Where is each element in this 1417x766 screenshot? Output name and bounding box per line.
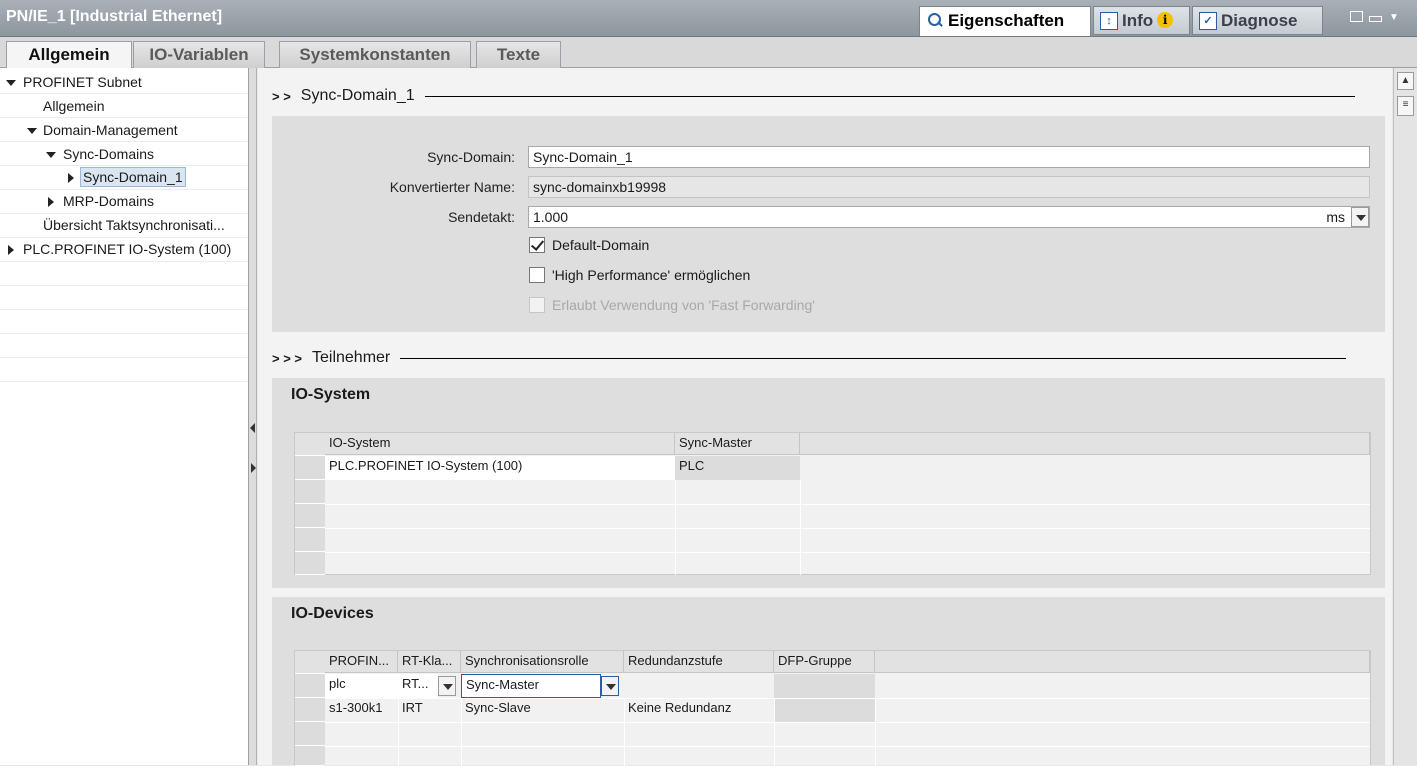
column-header-synchronisationsrolle[interactable]: Synchronisationsrolle [461, 651, 624, 673]
chevron-down-icon[interactable]: ▼ [1389, 12, 1399, 23]
tree-item-sync-domains[interactable]: Sync-Domains [61, 145, 156, 163]
collapse-left-icon[interactable] [250, 423, 255, 433]
window-title-bar: PN/IE_1 [Industrial Ethernet] Eigenschaf… [0, 0, 1417, 37]
sendetakt-unit: ms [1326, 209, 1345, 225]
section-chevrons: > > > [272, 350, 302, 366]
diagnose-icon: ✓ [1199, 12, 1217, 30]
converted-name-label: Konvertierter Name: [389, 179, 515, 195]
tab-eigenschaften[interactable]: Eigenschaften [919, 6, 1091, 36]
column-header-sync-master[interactable]: Sync-Master [675, 433, 800, 455]
section-divider [424, 95, 1355, 97]
rt-class-dropdown-button[interactable] [438, 676, 456, 696]
minimize-window-icon[interactable] [1369, 16, 1382, 22]
table-cell[interactable]: PLC [675, 456, 800, 480]
io-devices-panel: IO-Devices PROFIN... RT-Kla... Synchroni… [272, 597, 1385, 766]
converted-name-field: sync-domainxb19998 [528, 176, 1370, 198]
table-cell[interactable]: RT... [398, 674, 438, 698]
scroll-thumb[interactable]: ≡ [1397, 96, 1414, 116]
default-domain-label: Default-Domain [552, 237, 650, 253]
tab-info[interactable]: ↕ Info i [1093, 6, 1190, 35]
tree-item-allgemein[interactable]: Allgemein [41, 97, 106, 115]
navigation-tree: PROFINET Subnet Allgemein Domain-Managem… [0, 68, 249, 765]
info-list-icon: ↕ [1100, 12, 1118, 30]
subtab-systemkonstanten[interactable]: Systemkonstanten [279, 41, 471, 68]
tree-item-profinet-subnet[interactable]: PROFINET Subnet [21, 73, 144, 91]
default-domain-checkbox[interactable] [529, 237, 545, 253]
info-badge-icon: i [1157, 12, 1174, 28]
section-chevrons: > > [272, 88, 291, 104]
tree-item-domain-management[interactable]: Domain-Management [41, 121, 180, 139]
table-cell[interactable]: Sync-Slave [461, 698, 624, 722]
expand-arrow-icon[interactable] [27, 128, 37, 134]
table-cell[interactable]: PLC.PROFINET IO-System (100) [325, 456, 675, 480]
tree-item-sync-domain-1[interactable]: Sync-Domain_1 [80, 167, 186, 187]
inspector-tabs: Allgemein IO-Variablen Systemkonstanten … [0, 37, 1417, 69]
column-header-io-system[interactable]: IO-System [325, 433, 675, 455]
column-header-dfp-gruppe[interactable]: DFP-Gruppe [774, 651, 875, 673]
expand-arrow-icon[interactable] [46, 152, 56, 158]
subtab-allgemein[interactable]: Allgemein [6, 41, 132, 69]
table-cell[interactable] [624, 674, 774, 698]
tree-item-plc-profinet-io-system[interactable]: PLC.PROFINET IO-System (100) [21, 240, 233, 258]
sync-role-select[interactable]: Sync-Master [461, 674, 601, 698]
sendetakt-field[interactable]: 1.000 ms [528, 206, 1370, 228]
high-performance-checkbox[interactable] [529, 267, 545, 283]
column-header-rt-klasse[interactable]: RT-Kla... [398, 651, 461, 673]
io-devices-table: PROFIN... RT-Kla... Synchronisationsroll… [294, 650, 1371, 766]
subtab-io-variablen[interactable]: IO-Variablen [133, 41, 265, 68]
float-window-icon[interactable] [1350, 11, 1363, 22]
high-performance-label: 'High Performance' ermöglichen [552, 267, 751, 283]
section-title: Teilnehmer [312, 349, 391, 366]
tab-diagnose[interactable]: ✓ Diagnose [1192, 6, 1323, 35]
table-cell[interactable] [774, 674, 875, 698]
panel-splitter[interactable] [249, 68, 257, 765]
section-header-sync-domain[interactable]: > > Sync-Domain_1 [272, 87, 1386, 105]
properties-search-icon [926, 12, 944, 30]
collapse-arrow-icon[interactable] [48, 197, 54, 207]
fast-forwarding-label: Erlaubt Verwendung von 'Fast Forwarding' [552, 297, 815, 313]
tab-info-label: Info [1122, 11, 1154, 30]
table-cell[interactable]: Keine Redundanz [624, 698, 774, 722]
subtab-texte[interactable]: Texte [476, 41, 561, 68]
table-cell[interactable] [774, 698, 875, 722]
vertical-scrollbar[interactable]: ▲ ≡ [1393, 68, 1417, 765]
tab-eigenschaften-label: Eigenschaften [948, 11, 1065, 30]
table-cell[interactable]: plc [325, 674, 398, 698]
column-header-profinet[interactable]: PROFIN... [325, 651, 398, 673]
fast-forwarding-checkbox [529, 297, 545, 313]
section-header-teilnehmer[interactable]: > > > Teilnehmer [272, 349, 1386, 367]
sendetakt-value: 1.000 [533, 209, 569, 225]
sync-domain-label: Sync-Domain: [427, 149, 515, 165]
tree-item-uebersicht-taktsynchronisation[interactable]: Übersicht Taktsynchronisati... [41, 216, 227, 234]
sync-domain-field[interactable]: Sync-Domain_1 [528, 146, 1370, 168]
collapse-arrow-icon[interactable] [8, 245, 14, 255]
expand-right-icon[interactable] [251, 463, 256, 473]
tab-diagnose-label: Diagnose [1221, 11, 1298, 30]
io-system-panel: IO-System IO-System Sync-Master PLC.PROF… [272, 378, 1385, 588]
section-title: Sync-Domain_1 [300, 87, 415, 104]
window-title: PN/IE_1 [Industrial Ethernet] [6, 8, 223, 25]
scroll-up-button[interactable]: ▲ [1397, 72, 1414, 90]
expand-arrow-icon[interactable] [6, 80, 16, 86]
io-devices-title: IO-Devices [291, 605, 374, 622]
collapse-arrow-icon[interactable] [68, 173, 74, 183]
sync-role-dropdown-button[interactable] [601, 676, 619, 696]
section-divider [400, 357, 1347, 359]
io-system-title: IO-System [291, 386, 371, 403]
io-system-table: IO-System Sync-Master PLC.PROFINET IO-Sy… [294, 432, 1371, 575]
properties-content: > > Sync-Domain_1 Sync-Domain: Sync-Doma… [258, 68, 1392, 766]
sendetakt-label: Sendetakt: [448, 209, 515, 225]
sendetakt-dropdown-button[interactable] [1351, 207, 1369, 227]
sync-domain-panel: Sync-Domain: Sync-Domain_1 Konvertierter… [272, 116, 1385, 332]
table-cell[interactable]: IRT [398, 698, 461, 722]
table-cell[interactable]: s1-300k1 [325, 698, 398, 722]
column-header-redundanzstufe[interactable]: Redundanzstufe [624, 651, 774, 673]
tree-item-mrp-domains[interactable]: MRP-Domains [61, 192, 156, 210]
